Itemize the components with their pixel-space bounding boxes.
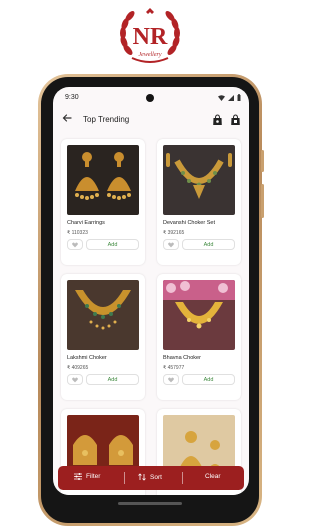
heart-icon[interactable] bbox=[67, 239, 83, 250]
product-image-earrings bbox=[67, 145, 139, 215]
status-icons bbox=[218, 94, 241, 101]
arrow-left-icon[interactable] bbox=[62, 113, 72, 126]
product-name: Charvi Earrings bbox=[67, 220, 105, 226]
volume-button bbox=[261, 150, 264, 172]
product-name: Lakshmi Choker bbox=[67, 355, 107, 361]
product-image-lakshmi-choker bbox=[67, 280, 139, 350]
product-image-bhavna-choker bbox=[163, 280, 235, 350]
app-bar: Top Trending bbox=[53, 111, 249, 131]
product-card[interactable]: Lakshmi Choker ₹ 409265 Add bbox=[61, 274, 145, 400]
brand-tagline: Jewellery bbox=[139, 52, 162, 58]
heart-icon[interactable] bbox=[163, 374, 179, 385]
product-image-choker-set bbox=[163, 145, 235, 215]
front-camera bbox=[146, 94, 154, 102]
power-button bbox=[261, 184, 264, 218]
add-button[interactable]: Add bbox=[86, 239, 139, 250]
page-title: Top Trending bbox=[83, 115, 130, 124]
product-card[interactable]: Charvi Earrings ₹ 110323 Add bbox=[61, 139, 145, 265]
product-card[interactable]: Devanshi Choker Set ₹ 392165 Add bbox=[157, 139, 241, 265]
status-bar: 9:30 bbox=[53, 87, 249, 109]
product-card[interactable]: Bhavna Choker ₹ 457977 Add bbox=[157, 274, 241, 400]
clear-label: Clear bbox=[205, 473, 221, 480]
product-name: Devanshi Choker Set bbox=[163, 220, 215, 226]
filter-sort-bar: Filter Sort Clear bbox=[58, 466, 244, 490]
heart-icon[interactable] bbox=[163, 239, 179, 250]
status-time: 9:30 bbox=[65, 94, 79, 101]
brand-initials: NR bbox=[133, 24, 168, 50]
wifi-icon bbox=[218, 94, 225, 101]
divider bbox=[182, 472, 183, 484]
sort-icon bbox=[138, 473, 146, 481]
clear-button[interactable]: Clear bbox=[205, 473, 221, 480]
filter-label: Filter bbox=[86, 473, 101, 480]
divider bbox=[124, 472, 125, 484]
product-price: ₹ 457977 bbox=[163, 365, 185, 371]
battery-icon bbox=[237, 94, 241, 101]
shopping-bag-icon[interactable] bbox=[212, 113, 223, 131]
add-button[interactable]: Add bbox=[86, 374, 139, 385]
signal-icon bbox=[228, 94, 234, 101]
sort-label: Sort bbox=[150, 473, 162, 481]
filter-icon bbox=[74, 473, 82, 480]
product-price: ₹ 409265 bbox=[67, 365, 89, 371]
heart-icon[interactable] bbox=[67, 374, 83, 385]
home-indicator bbox=[118, 502, 182, 505]
product-price: ₹ 392165 bbox=[163, 230, 185, 236]
sort-button[interactable]: Sort bbox=[138, 473, 162, 481]
add-button[interactable]: Add bbox=[182, 239, 235, 250]
product-price: ₹ 110323 bbox=[67, 230, 88, 236]
add-button[interactable]: Add bbox=[182, 374, 235, 385]
app-screen: 9:30 Top Trending Charvi Earrings ₹ 1103… bbox=[53, 87, 249, 495]
product-name: Bhavna Choker bbox=[163, 355, 201, 361]
filter-button[interactable]: Filter bbox=[74, 473, 100, 480]
shopping-bag-icon[interactable] bbox=[230, 113, 241, 131]
brand-logo: NR Jewellery bbox=[120, 8, 180, 63]
